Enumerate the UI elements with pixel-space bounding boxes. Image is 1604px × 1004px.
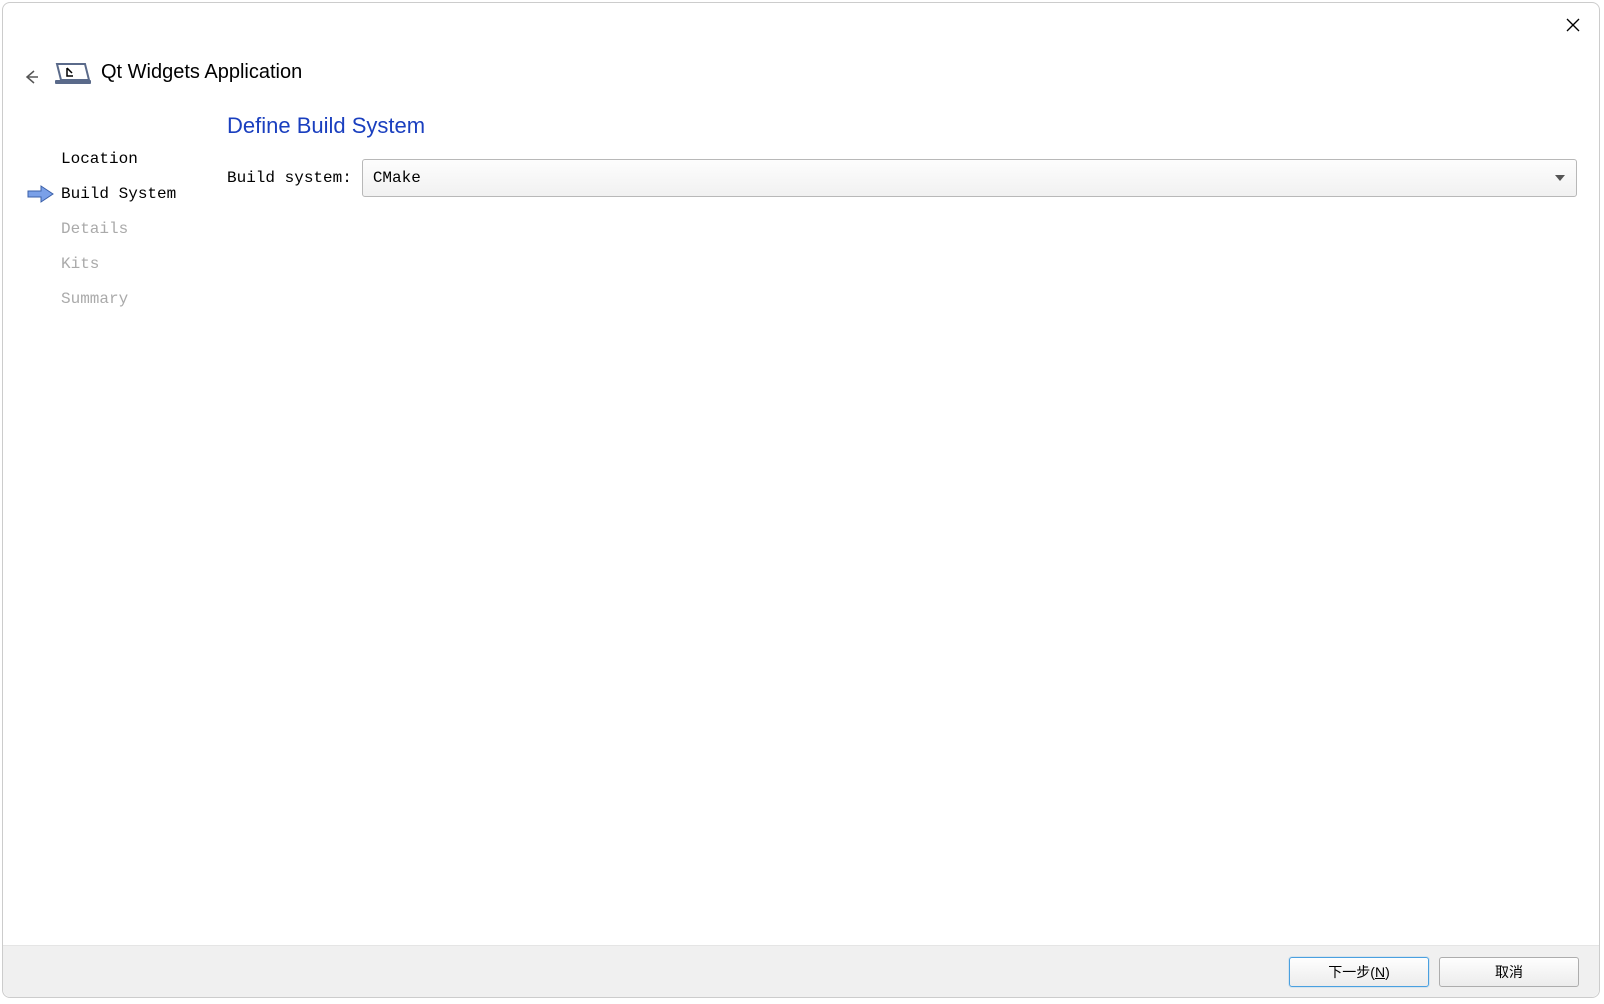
build-system-row: Build system: CMake — [227, 159, 1577, 197]
step-summary: Summary — [25, 281, 215, 316]
build-system-select[interactable]: CMake — [362, 159, 1577, 197]
footer-bar: 下一步(N) 取消 — [3, 945, 1599, 997]
next-button-hotkey: N — [1375, 964, 1385, 980]
build-system-value: CMake — [373, 169, 421, 187]
step-label: Summary — [61, 290, 128, 308]
section-heading: Define Build System — [227, 113, 1577, 139]
cancel-button-label: 取消 — [1495, 962, 1523, 982]
step-build-system: Build System — [25, 176, 215, 211]
next-button[interactable]: 下一步(N) — [1289, 957, 1429, 987]
content-area: Location Build System Details Kits Summa… — [23, 113, 1579, 937]
step-details: Details — [25, 211, 215, 246]
back-arrow-icon — [22, 68, 40, 86]
step-label: Build System — [61, 185, 176, 203]
wizard-header: Qt Widgets Application — [53, 56, 302, 88]
next-button-suffix: ) — [1385, 964, 1390, 980]
step-label: Location — [61, 150, 138, 168]
build-system-label: Build system: — [227, 169, 352, 187]
wizard-dialog: Qt Widgets Application Location Build Sy… — [2, 2, 1600, 998]
current-step-arrow-icon — [27, 185, 55, 203]
step-location: Location — [25, 141, 215, 176]
main-panel: Define Build System Build system: CMake — [215, 113, 1579, 937]
application-icon — [53, 56, 93, 88]
step-kits: Kits — [25, 246, 215, 281]
back-button[interactable] — [19, 65, 43, 89]
next-button-prefix: 下一步( — [1328, 962, 1375, 982]
build-system-select-wrap: CMake — [362, 159, 1577, 197]
cancel-button[interactable]: 取消 — [1439, 957, 1579, 987]
steps-sidebar: Location Build System Details Kits Summa… — [23, 113, 215, 937]
close-icon — [1566, 18, 1580, 32]
step-label: Details — [61, 220, 128, 238]
close-button[interactable] — [1561, 13, 1585, 37]
wizard-title: Qt Widgets Application — [101, 61, 302, 84]
step-label: Kits — [61, 255, 99, 273]
